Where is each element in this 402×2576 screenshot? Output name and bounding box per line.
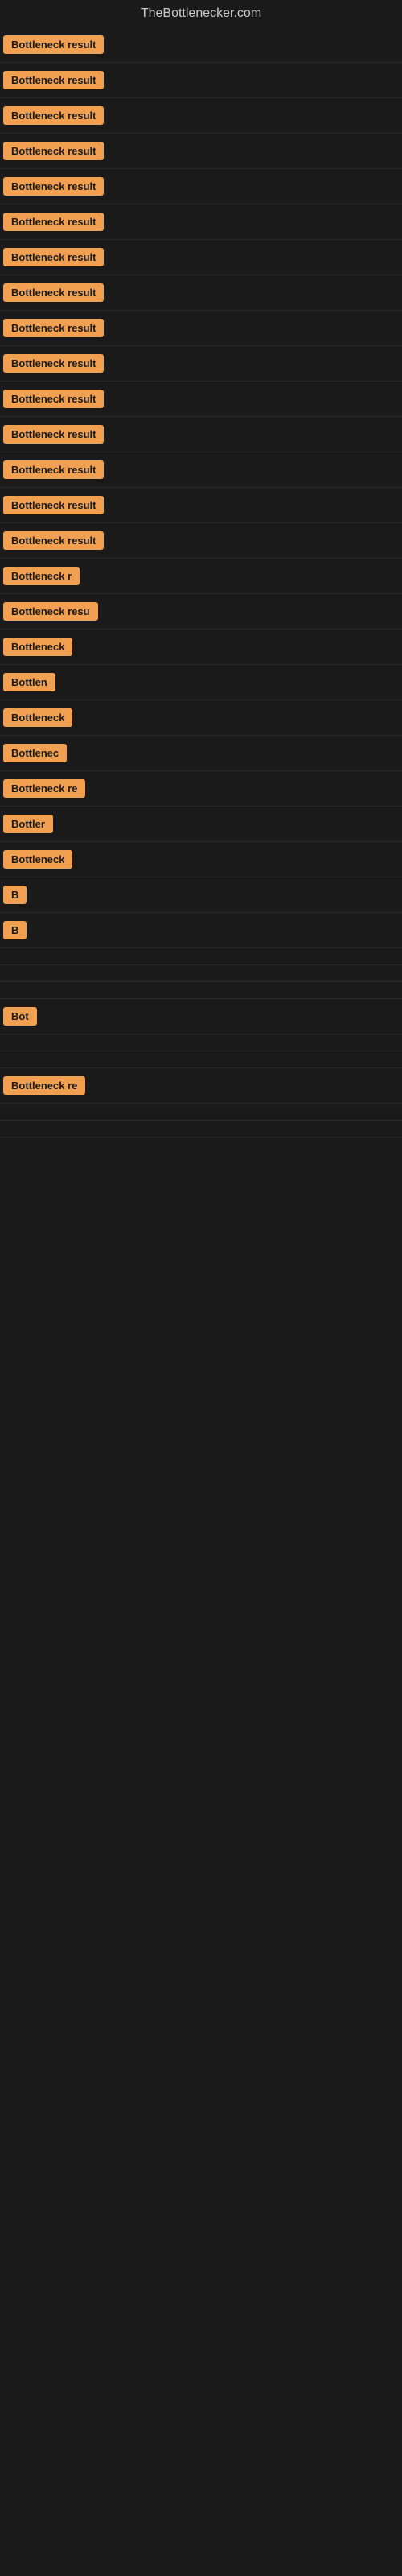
bottleneck-badge[interactable]: Bottleneck — [3, 708, 72, 727]
result-row: Bottleneck result — [0, 204, 402, 240]
result-row: Bottleneck r — [0, 559, 402, 594]
bottleneck-badge[interactable]: Bottleneck — [3, 850, 72, 869]
result-row: Bottleneck result — [0, 417, 402, 452]
bottleneck-badge[interactable]: Bottleneck re — [3, 779, 85, 798]
result-row: Bottleneck result — [0, 523, 402, 559]
result-row — [0, 1104, 402, 1121]
bottleneck-badge[interactable]: Bottleneck result — [3, 425, 104, 444]
result-row: Bottleneck result — [0, 452, 402, 488]
result-row: Bottleneck re — [0, 1068, 402, 1104]
result-row: Bottleneck — [0, 700, 402, 736]
bottleneck-badge[interactable]: Bottleneck result — [3, 177, 104, 196]
result-row: Bottleneck result — [0, 63, 402, 98]
bottleneck-badge[interactable]: Bottleneck result — [3, 319, 104, 337]
bottleneck-badge[interactable]: B — [3, 921, 27, 939]
result-row — [0, 965, 402, 982]
bottleneck-badge[interactable]: Bottleneck result — [3, 213, 104, 231]
result-row: Bottleneck result — [0, 240, 402, 275]
result-row: Bottleneck result — [0, 488, 402, 523]
result-row: Bottleneck result — [0, 275, 402, 311]
result-row: B — [0, 877, 402, 913]
site-title: TheBottlenecker.com — [0, 0, 402, 27]
result-row: Bottleneck result — [0, 27, 402, 63]
result-row: Bottleneck result — [0, 134, 402, 169]
result-row: Bottleneck re — [0, 771, 402, 807]
bottleneck-badge[interactable]: B — [3, 886, 27, 904]
bottleneck-badge[interactable]: Bot — [3, 1007, 37, 1026]
result-row: Bottlen — [0, 665, 402, 700]
result-row: Bottlenec — [0, 736, 402, 771]
bottleneck-badge[interactable]: Bottleneck result — [3, 496, 104, 514]
result-row: Bottleneck result — [0, 346, 402, 382]
bottleneck-badge[interactable]: Bottleneck result — [3, 390, 104, 408]
bottleneck-badge[interactable]: Bottleneck result — [3, 354, 104, 373]
results-container: Bottleneck result Bottleneck result Bottle… — [0, 27, 402, 1137]
bottleneck-badge[interactable]: Bottleneck result — [3, 460, 104, 479]
bottleneck-badge[interactable]: Bottler — [3, 815, 53, 833]
result-row — [0, 1121, 402, 1137]
bottleneck-badge[interactable]: Bottleneck result — [3, 283, 104, 302]
result-row: Bottleneck result — [0, 98, 402, 134]
result-row — [0, 1051, 402, 1068]
bottleneck-badge[interactable]: Bottleneck resu — [3, 602, 98, 621]
result-row — [0, 1034, 402, 1051]
result-row: Bottleneck — [0, 630, 402, 665]
bottleneck-badge[interactable]: Bottleneck re — [3, 1076, 85, 1095]
bottleneck-badge[interactable]: Bottleneck result — [3, 142, 104, 160]
result-row: Bottler — [0, 807, 402, 842]
bottleneck-badge[interactable]: Bottlen — [3, 673, 55, 691]
result-row: Bottleneck resu — [0, 594, 402, 630]
bottleneck-badge[interactable]: Bottleneck r — [3, 567, 80, 585]
result-row — [0, 982, 402, 999]
bottleneck-badge[interactable]: Bottleneck result — [3, 35, 104, 54]
result-row: Bottleneck result — [0, 169, 402, 204]
result-row: Bottleneck result — [0, 311, 402, 346]
result-row: Bottleneck result — [0, 382, 402, 417]
result-row: B — [0, 913, 402, 948]
result-row: Bottleneck — [0, 842, 402, 877]
bottleneck-badge[interactable]: Bottlenec — [3, 744, 67, 762]
result-row: Bot — [0, 999, 402, 1034]
site-header: TheBottlenecker.com — [0, 0, 402, 27]
bottleneck-badge[interactable]: Bottleneck result — [3, 106, 104, 125]
result-row — [0, 948, 402, 965]
bottleneck-badge[interactable]: Bottleneck result — [3, 531, 104, 550]
bottleneck-badge[interactable]: Bottleneck result — [3, 248, 104, 266]
bottleneck-badge[interactable]: Bottleneck — [3, 638, 72, 656]
bottleneck-badge[interactable]: Bottleneck result — [3, 71, 104, 89]
